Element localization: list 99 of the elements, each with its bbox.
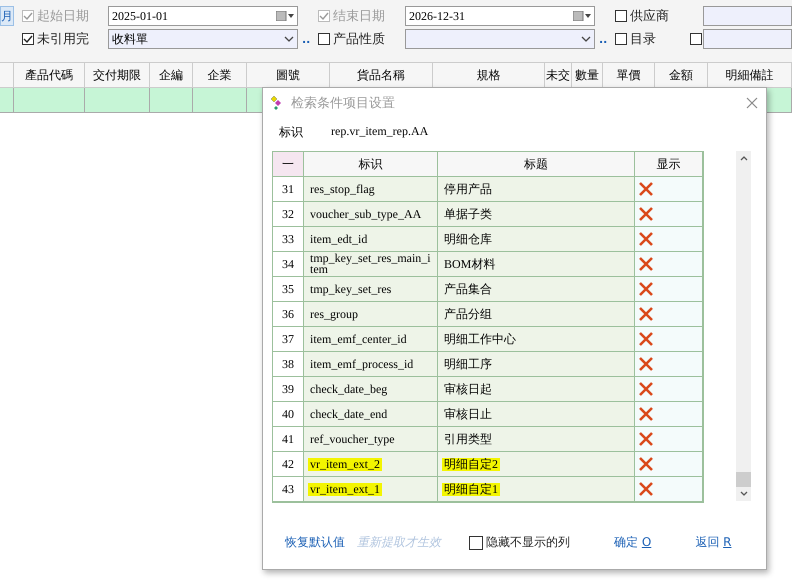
scroll-down-icon[interactable] (740, 491, 748, 497)
cross-icon[interactable] (639, 457, 653, 471)
checkbox[interactable]: 供应商 (615, 7, 703, 25)
row-number: 38 (273, 352, 304, 377)
close-icon[interactable] (746, 97, 758, 109)
column-header: 标识 (304, 152, 438, 177)
more-button[interactable]: .. (595, 32, 615, 46)
side-button[interactable]: 月 (0, 6, 14, 26)
table-cell: tmp_key_set_res (304, 277, 438, 302)
column-header: 產品代碼 (14, 63, 85, 87)
row-number: 39 (273, 377, 304, 402)
table-cell: res_group (304, 302, 438, 327)
combo-field[interactable]: 收料單 (108, 29, 298, 49)
cross-icon[interactable] (639, 232, 653, 246)
row-number: 43 (273, 477, 304, 502)
cross-icon[interactable] (639, 357, 653, 371)
scroll-thumb[interactable] (736, 472, 751, 487)
back-button[interactable]: 返回 R (695, 534, 732, 551)
table-cell: 明细工作中心 (438, 327, 635, 352)
column-header: 一 (273, 152, 304, 177)
id-value: rep.vr_item_rep.AA (331, 124, 428, 140)
table-cell: vr_item_ext_2 (304, 452, 438, 477)
table-cell: 明细自定2 (438, 452, 635, 477)
date-field[interactable]: 2025-01-01 (108, 6, 298, 26)
scrollbar[interactable] (736, 151, 751, 501)
table-cell (150, 88, 193, 113)
row-number: 42 (273, 452, 304, 477)
table-cell: res_stop_flag (304, 177, 438, 202)
table-cell: 产品分组 (438, 302, 635, 327)
cross-icon[interactable] (639, 182, 653, 196)
column-header: 交付期限 (85, 63, 150, 87)
table-cell: ref_voucher_type (304, 427, 438, 452)
table-cell: 明细工序 (438, 352, 635, 377)
calendar-icon[interactable] (276, 11, 294, 21)
input-field[interactable] (703, 6, 792, 26)
table-cell: 产品集合 (438, 277, 635, 302)
column-header: 企編 (150, 63, 193, 87)
dialog-title: 检索条件项目设置 (291, 95, 396, 112)
column-header: 标题 (438, 152, 635, 177)
check-icon (23, 34, 33, 44)
table-cell: check_date_end (304, 402, 438, 427)
table-cell: 审核日止 (438, 402, 635, 427)
row-number: 35 (273, 277, 304, 302)
ok-button[interactable]: 确定 O (614, 534, 652, 551)
table-cell (193, 88, 247, 113)
scroll-up-icon[interactable] (740, 155, 748, 161)
id-label: 标识 (279, 124, 303, 141)
table-cell (0, 88, 14, 113)
table-cell: vr_item_ext_1 (304, 477, 438, 502)
table-cell: 停用产品 (438, 177, 635, 202)
combo-field[interactable] (405, 29, 595, 49)
reset-link[interactable]: 恢复默认值 (285, 534, 345, 551)
row-number: 33 (273, 227, 304, 252)
table-cell: 明细自定1 (438, 477, 635, 502)
checkbox[interactable]: 隐藏不显示的列 (469, 534, 570, 551)
table-cell: tmp_key_set_res_main_item (304, 252, 438, 277)
cross-icon[interactable] (639, 332, 653, 346)
column-header: 企業 (193, 63, 247, 87)
table-cell: 单据子类 (438, 202, 635, 227)
row-number: 31 (273, 177, 304, 202)
table-cell: 明细仓库 (438, 227, 635, 252)
table-cell: item_emf_center_id (304, 327, 438, 352)
table-cell: item_emf_process_id (304, 352, 438, 377)
table-cell (14, 88, 85, 113)
row-number: 34 (273, 252, 304, 277)
date-field[interactable]: 2026-12-31 (405, 6, 595, 26)
row-number: 37 (273, 327, 304, 352)
cross-icon[interactable] (639, 432, 653, 446)
table-cell: 审核日起 (438, 377, 635, 402)
chevron-down-icon[interactable] (581, 36, 591, 42)
table-cell: BOM材料 (438, 252, 635, 277)
more-button[interactable]: .. (298, 32, 318, 46)
chevron-down-icon[interactable] (284, 36, 294, 42)
checkbox[interactable]: 未引用完 (22, 30, 108, 48)
table-cell: item_edt_id (304, 227, 438, 252)
input-field[interactable] (703, 29, 792, 49)
row-number: 32 (273, 202, 304, 227)
checkbox[interactable]: 产品性质 (318, 30, 405, 48)
checkbox[interactable] (690, 33, 703, 45)
cross-icon[interactable] (639, 382, 653, 396)
cross-icon[interactable] (639, 282, 653, 296)
cross-icon[interactable] (639, 307, 653, 321)
cross-icon[interactable] (639, 407, 653, 421)
table-cell (85, 88, 150, 113)
row-number: 40 (273, 402, 304, 427)
table-cell: 引用类型 (438, 427, 635, 452)
cross-icon[interactable] (639, 207, 653, 221)
check-icon (319, 11, 329, 21)
calendar-icon[interactable] (573, 11, 591, 21)
check-icon (23, 11, 33, 21)
row-number: 41 (273, 427, 304, 452)
table-cell: check_date_beg (304, 377, 438, 402)
cross-icon[interactable] (639, 257, 653, 271)
row-number: 36 (273, 302, 304, 327)
hint-text: 重新提取才生效 (357, 534, 441, 551)
checkbox[interactable]: 目录 (615, 30, 690, 48)
cross-icon[interactable] (639, 482, 653, 496)
table-cell: voucher_sub_type_AA (304, 202, 438, 227)
column-header: 显示 (635, 152, 703, 177)
